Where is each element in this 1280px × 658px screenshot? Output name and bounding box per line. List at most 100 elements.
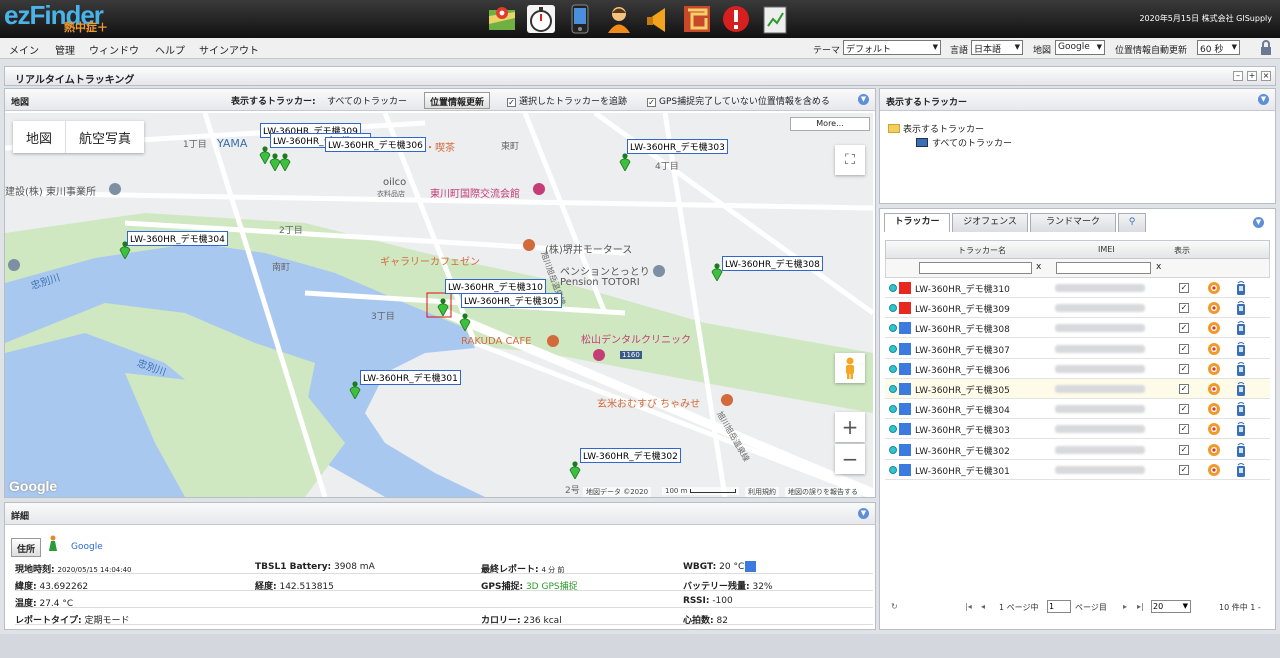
- language-select[interactable]: 日本語 ▼: [971, 40, 1023, 55]
- device-icon[interactable]: [1235, 462, 1247, 478]
- collapse-icon[interactable]: ▼: [858, 508, 869, 519]
- menu-signout[interactable]: サインアウト: [199, 42, 259, 57]
- collapse-icon[interactable]: ▼: [1253, 217, 1264, 228]
- next-page-icon[interactable]: ▸: [1123, 602, 1127, 611]
- locate-target-icon[interactable]: [1207, 281, 1221, 295]
- locate-target-icon[interactable]: [1207, 443, 1221, 457]
- locate-target-icon[interactable]: [1207, 362, 1221, 376]
- column-show[interactable]: 表示: [1174, 245, 1190, 256]
- more-button[interactable]: More...: [790, 117, 870, 131]
- tracker-pin-label[interactable]: LW-360HR_デモ機302: [580, 448, 681, 463]
- show-checkbox[interactable]: ✓: [1179, 384, 1189, 394]
- update-location-button[interactable]: 位置情報更新: [424, 92, 491, 109]
- table-row[interactable]: LW-360HR_デモ機308 ✓: [885, 318, 1270, 339]
- table-row[interactable]: LW-360HR_デモ機310 ✓: [885, 278, 1270, 298]
- zoom-out-button[interactable]: −: [835, 444, 865, 474]
- tracker-pin-icon[interactable]: [459, 313, 471, 332]
- locate-target-icon[interactable]: [1207, 422, 1221, 436]
- map-report-link[interactable]: 地図の誤りを報告する: [785, 487, 861, 497]
- follow-checkbox[interactable]: ✓: [507, 98, 516, 107]
- google-link[interactable]: Google: [71, 542, 103, 552]
- show-checkbox[interactable]: ✓: [1179, 464, 1189, 475]
- table-row[interactable]: LW-360HR_デモ機306 ✓: [885, 358, 1270, 379]
- table-row[interactable]: LW-360HR_デモ機309 ✓: [885, 298, 1270, 319]
- tab-trackers[interactable]: トラッカー: [884, 213, 950, 232]
- map-provider-select[interactable]: Google ▼: [1055, 40, 1105, 55]
- tracker-pin-label[interactable]: LW-360HR_デモ機301: [360, 370, 461, 385]
- show-checkbox[interactable]: ✓: [1179, 444, 1189, 455]
- show-checkbox[interactable]: ✓: [1179, 343, 1189, 354]
- tracker-pin-label[interactable]: LW-360HR_デモ機303: [627, 139, 728, 154]
- include-checkbox[interactable]: ✓: [647, 98, 656, 107]
- address-button[interactable]: 住所: [11, 538, 42, 557]
- person-icon[interactable]: [604, 4, 634, 34]
- tree-child-all[interactable]: すべてのトラッカー: [916, 136, 1012, 149]
- table-row[interactable]: LW-360HR_デモ機301 ✓: [885, 459, 1270, 480]
- horn-icon[interactable]: [643, 4, 673, 34]
- tracker-pin-label[interactable]: LW-360HR_デモ機308: [722, 256, 823, 271]
- map-icon[interactable]: [487, 4, 517, 34]
- refresh-select[interactable]: 60 秒 ▼: [1197, 40, 1240, 55]
- map-canvas[interactable]: 1丁目 YAMA カフェ・喫茶 東町 4丁目 oilco 衣料品店 東川町国際交…: [5, 113, 873, 497]
- locate-target-icon[interactable]: [1207, 301, 1221, 315]
- menu-admin[interactable]: 管理: [55, 42, 75, 57]
- refresh-icon[interactable]: ↻: [891, 602, 898, 611]
- tab-geofence[interactable]: ジオフェンス: [952, 213, 1028, 232]
- show-checkbox[interactable]: ✓: [1179, 404, 1189, 415]
- locate-target-icon[interactable]: [1207, 321, 1221, 335]
- column-imei[interactable]: IMEI: [1098, 245, 1115, 254]
- maximize-icon[interactable]: +: [1247, 71, 1257, 81]
- page-input[interactable]: 1: [1047, 600, 1071, 613]
- zoom-in-button[interactable]: +: [835, 412, 865, 442]
- tracker-pin-label[interactable]: LW-360HR_デモ機306: [325, 137, 426, 152]
- tracker-pin-label[interactable]: LW-360HR_デモ機310: [445, 279, 546, 294]
- tracker-pin-label[interactable]: LW-360HR_デモ機305: [461, 293, 562, 308]
- map-type-map-button[interactable]: 地図: [13, 121, 65, 153]
- tracker-pin-icon[interactable]: [279, 153, 291, 172]
- close-icon[interactable]: ×: [1261, 71, 1271, 81]
- last-page-icon[interactable]: ▸|: [1137, 602, 1144, 611]
- fullscreen-icon[interactable]: ⛶: [835, 145, 865, 175]
- show-checkbox[interactable]: ✓: [1179, 283, 1189, 293]
- collapse-icon[interactable]: ▼: [858, 94, 869, 105]
- street-view-pegman-icon[interactable]: [835, 353, 865, 383]
- table-row[interactable]: LW-360HR_デモ機302 ✓: [885, 439, 1270, 460]
- tree-root[interactable]: 表示するトラッカー: [888, 122, 984, 135]
- menu-help[interactable]: ヘルプ: [155, 42, 185, 57]
- theme-select[interactable]: デフォルト ▼: [843, 40, 941, 55]
- device-icon[interactable]: [1235, 320, 1247, 336]
- first-page-icon[interactable]: |◂: [965, 602, 972, 611]
- tracker-pin-icon[interactable]: [437, 298, 449, 317]
- column-tracker-name[interactable]: トラッカー名: [958, 245, 1006, 256]
- show-checkbox[interactable]: ✓: [1179, 323, 1189, 334]
- device-icon[interactable]: [1235, 421, 1247, 437]
- show-checkbox[interactable]: ✓: [1179, 303, 1189, 314]
- device-icon[interactable]: [1235, 381, 1247, 397]
- device-icon[interactable]: [1235, 280, 1247, 296]
- locate-target-icon[interactable]: [1207, 382, 1221, 396]
- phone-icon[interactable]: [565, 4, 595, 34]
- include-option[interactable]: ✓ GPS捕捉完了していない位置情報を含める: [647, 94, 830, 107]
- menu-window[interactable]: ウィンドウ: [89, 42, 139, 57]
- locate-target-icon[interactable]: [1207, 402, 1221, 416]
- device-icon[interactable]: [1235, 300, 1247, 316]
- table-row[interactable]: LW-360HR_デモ機303 ✓: [885, 419, 1270, 440]
- tab-landmark[interactable]: ランドマーク: [1030, 213, 1116, 232]
- locate-target-icon[interactable]: [1207, 463, 1221, 477]
- stopwatch-icon[interactable]: [526, 4, 556, 34]
- tracker-pin-icon[interactable]: [569, 461, 581, 480]
- clear-name-filter[interactable]: x: [1036, 262, 1041, 272]
- table-row[interactable]: LW-360HR_デモ機305 ✓: [885, 379, 1270, 399]
- device-icon[interactable]: [1235, 361, 1247, 377]
- show-checkbox[interactable]: ✓: [1179, 424, 1189, 435]
- lock-icon[interactable]: [1260, 40, 1272, 56]
- clear-imei-filter[interactable]: x: [1156, 262, 1161, 272]
- collapse-icon[interactable]: ▼: [1258, 94, 1269, 105]
- follow-option[interactable]: ✓ 選択したトラッカーを追跡: [507, 94, 627, 107]
- tracker-pin-icon[interactable]: [619, 153, 631, 172]
- maze-icon[interactable]: [682, 4, 712, 34]
- minimize-icon[interactable]: –: [1233, 71, 1243, 81]
- tracker-pin-label[interactable]: LW-360HR_デモ機304: [127, 231, 228, 246]
- imei-filter-input[interactable]: [1056, 262, 1151, 274]
- locate-target-icon[interactable]: [1207, 342, 1221, 356]
